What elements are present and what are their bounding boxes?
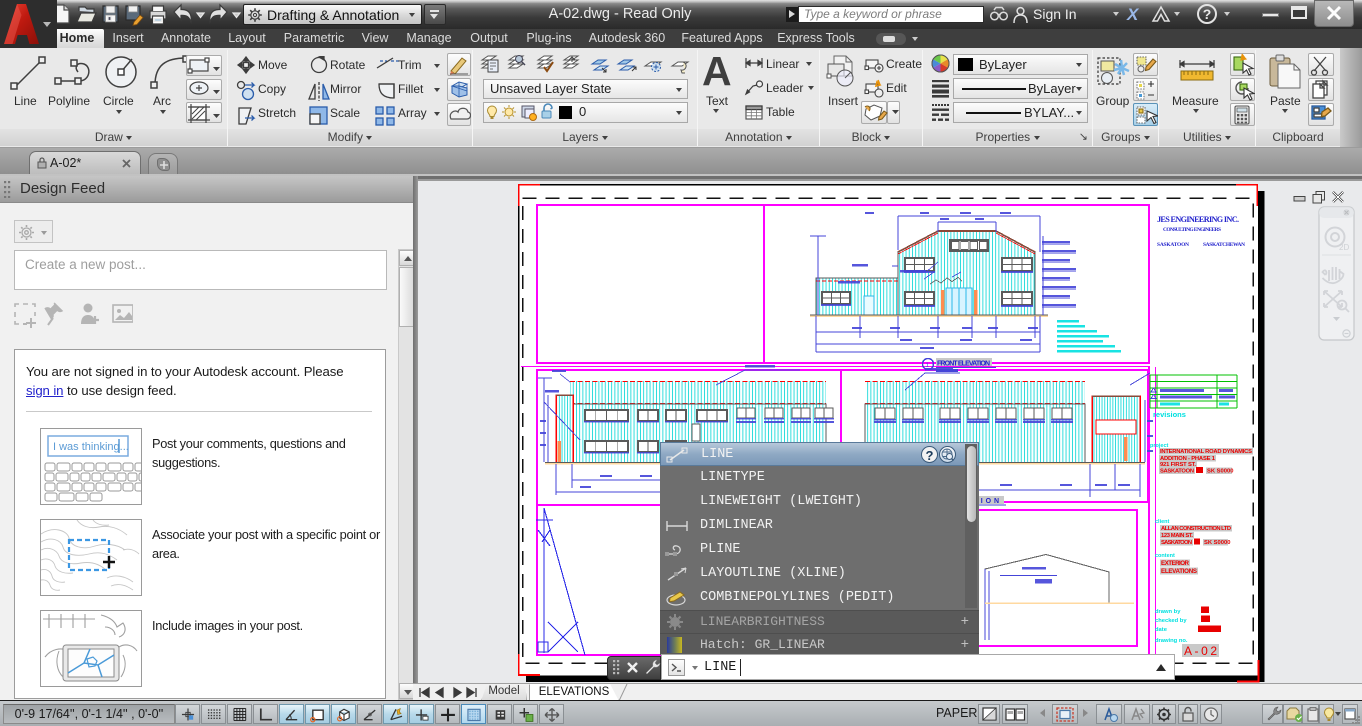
svg-text:SK S0000: SK S0000 [1207,469,1233,475]
svg-text:client: client [1155,519,1170,525]
svg-text:FRONT ELEVATION: FRONT ELEVATION [937,361,990,368]
svg-text:revisions: revisions [1153,410,1186,419]
svg-text:2D: 2D [1339,243,1349,252]
svg-text:drawn by: drawn by [1155,609,1181,615]
svg-text:ALLAN CONSTRUCTION LTD: ALLAN CONSTRUCTION LTD [1161,526,1231,532]
svg-text:SASKATCHEWAN: SASKATCHEWAN [1203,242,1245,248]
svg-text:drawing no.: drawing no. [1155,638,1188,644]
svg-text:JES ENGINEERING INC.: JES ENGINEERING INC. [1157,215,1239,224]
svg-text:SASKATOON: SASKATOON [1157,242,1189,248]
svg-text:SASKATOON: SASKATOON [1161,540,1192,546]
svg-text:content: content [1155,553,1175,559]
svg-text:SK S0000: SK S0000 [1204,540,1230,546]
svg-text:123 MAIN ST.: 123 MAIN ST. [1161,533,1193,539]
svg-text:921 FIRST ST.: 921 FIRST ST. [1160,462,1196,468]
svg-text:ELEVATIONS: ELEVATIONS [1161,568,1197,575]
svg-text:CONSULTING ENGINEERS: CONSULTING ENGINEERS [1163,227,1221,233]
svg-text:A-02: A-02 [1184,644,1217,658]
svg-text:EXTERIOR: EXTERIOR [1161,560,1190,567]
svg-text:I was thinking...: I was thinking... [53,441,129,453]
svg-text:date: date [1155,627,1168,633]
svg-text:INTERNATIONAL ROAD DYNAMICS: INTERNATIONAL ROAD DYNAMICS [1160,449,1252,455]
svg-text:SASKATOON: SASKATOON [1160,469,1194,475]
svg-text:checked by: checked by [1155,618,1187,624]
